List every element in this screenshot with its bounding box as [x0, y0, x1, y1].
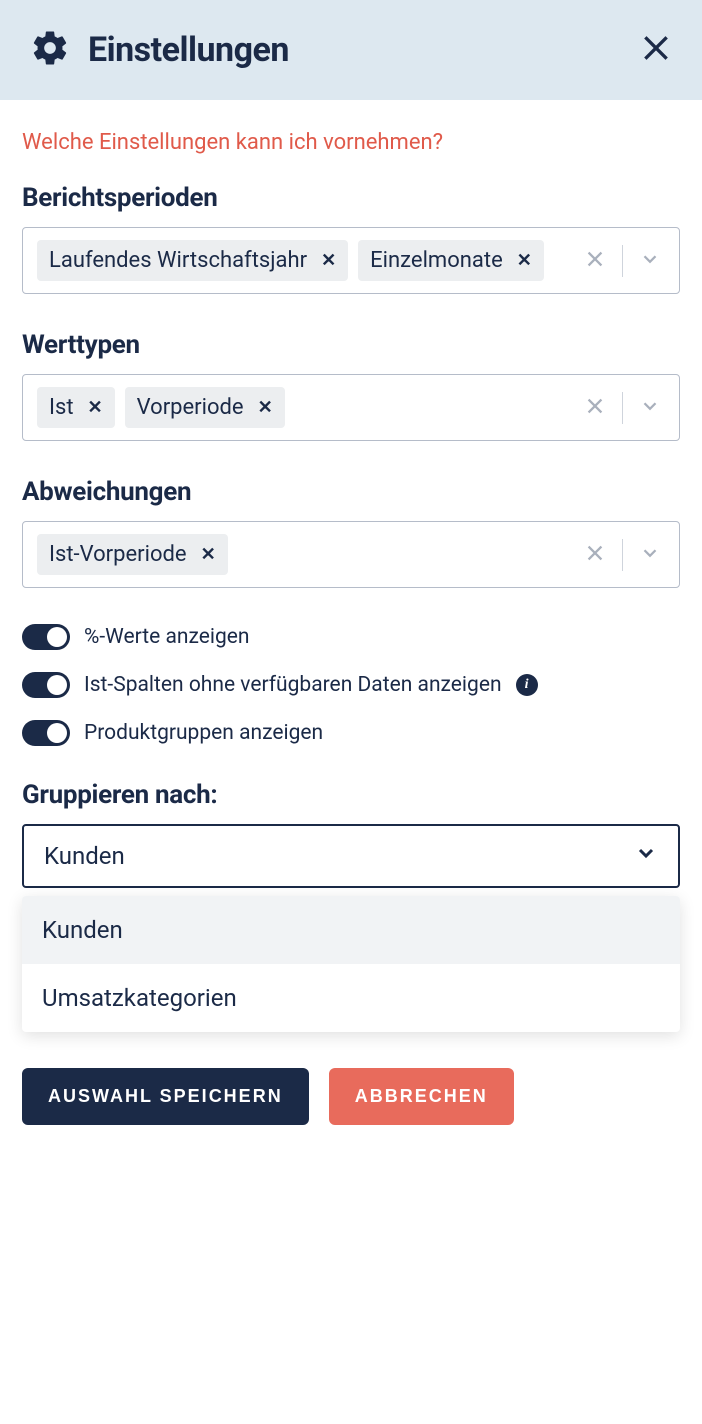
chip: Einzelmonate ✕ [358, 240, 544, 281]
deviations-select[interactable]: Ist-Vorperiode ✕ [22, 521, 680, 588]
chevron-down-icon[interactable] [639, 395, 661, 421]
toggle-ist-columns[interactable] [22, 672, 70, 698]
chip-remove-icon[interactable]: ✕ [88, 397, 103, 418]
divider [622, 539, 623, 571]
chip-remove-icon[interactable]: ✕ [258, 397, 273, 418]
multiselect-body: Ist ✕ Vorperiode ✕ [23, 375, 574, 440]
toggle-percent[interactable] [22, 624, 70, 650]
multiselect-controls [574, 375, 679, 440]
save-button[interactable]: AUSWAHL SPEICHERN [22, 1068, 309, 1125]
section-label-value-types: Werttypen [22, 330, 680, 360]
gear-icon [30, 28, 70, 72]
chip: Laufendes Wirtschaftsjahr ✕ [37, 240, 348, 281]
section-label-reporting-periods: Berichtsperioden [22, 183, 680, 213]
clear-all-icon[interactable] [584, 395, 606, 421]
toggle-label: %-Werte anzeigen [84, 625, 250, 649]
toggle-row-product-groups: Produktgruppen anzeigen [22, 720, 680, 746]
divider [622, 392, 623, 424]
chevron-down-icon[interactable] [639, 248, 661, 274]
chip-remove-icon[interactable]: ✕ [517, 250, 532, 271]
toggle-label: Ist-Spalten ohne verfügbaren Daten anzei… [84, 673, 502, 697]
chip-label: Vorperiode [137, 395, 244, 420]
chip: Ist ✕ [37, 387, 115, 428]
multiselect-controls [574, 522, 679, 587]
dialog-title: Einstellungen [88, 30, 289, 70]
chip-label: Ist-Vorperiode [49, 542, 187, 567]
group-by-dropdown: Kunden Umsatzkategorien [22, 896, 680, 1032]
select-value: Kunden [44, 842, 125, 870]
dialog-footer: AUSWAHL SPEICHERN ABBRECHEN [22, 1060, 680, 1125]
value-types-select[interactable]: Ist ✕ Vorperiode ✕ [22, 374, 680, 441]
header-left: Einstellungen [30, 28, 289, 72]
chip-remove-icon[interactable]: ✕ [201, 544, 216, 565]
dropdown-option-umsatzkategorien[interactable]: Umsatzkategorien [22, 964, 680, 1032]
chip-label: Ist [49, 395, 74, 420]
toggle-row-percent: %-Werte anzeigen [22, 624, 680, 650]
chip: Ist-Vorperiode ✕ [37, 534, 228, 575]
section-label-deviations: Abweichungen [22, 477, 680, 507]
multiselect-body: Ist-Vorperiode ✕ [23, 522, 574, 587]
toggle-row-ist-columns: Ist-Spalten ohne verfügbaren Daten anzei… [22, 672, 680, 698]
close-icon[interactable] [640, 32, 672, 68]
group-by-wrap: Kunden Kunden Umsatzkategorien [22, 824, 680, 888]
section-label-group-by: Gruppieren nach: [22, 780, 680, 810]
chip-label: Laufendes Wirtschaftsjahr [49, 248, 307, 273]
reporting-periods-select[interactable]: Laufendes Wirtschaftsjahr ✕ Einzelmonate… [22, 227, 680, 294]
multiselect-controls [574, 228, 679, 293]
group-by-select[interactable]: Kunden [22, 824, 680, 888]
divider [622, 245, 623, 277]
toggle-product-groups[interactable] [22, 720, 70, 746]
cancel-button[interactable]: ABBRECHEN [329, 1068, 514, 1125]
toggle-label: Produktgruppen anzeigen [84, 721, 323, 745]
help-link[interactable]: Welche Einstellungen kann ich vornehmen? [22, 130, 680, 155]
chip-label: Einzelmonate [370, 248, 503, 273]
dialog-header: Einstellungen [0, 0, 702, 100]
dropdown-option-kunden[interactable]: Kunden [22, 896, 680, 964]
chevron-down-icon[interactable] [639, 542, 661, 568]
dialog-content: Welche Einstellungen kann ich vornehmen?… [0, 100, 702, 1165]
chevron-down-icon [634, 841, 658, 871]
info-icon[interactable]: i [516, 674, 538, 696]
clear-all-icon[interactable] [584, 542, 606, 568]
chip: Vorperiode ✕ [125, 387, 285, 428]
multiselect-body: Laufendes Wirtschaftsjahr ✕ Einzelmonate… [23, 228, 574, 293]
clear-all-icon[interactable] [584, 248, 606, 274]
chip-remove-icon[interactable]: ✕ [321, 250, 336, 271]
